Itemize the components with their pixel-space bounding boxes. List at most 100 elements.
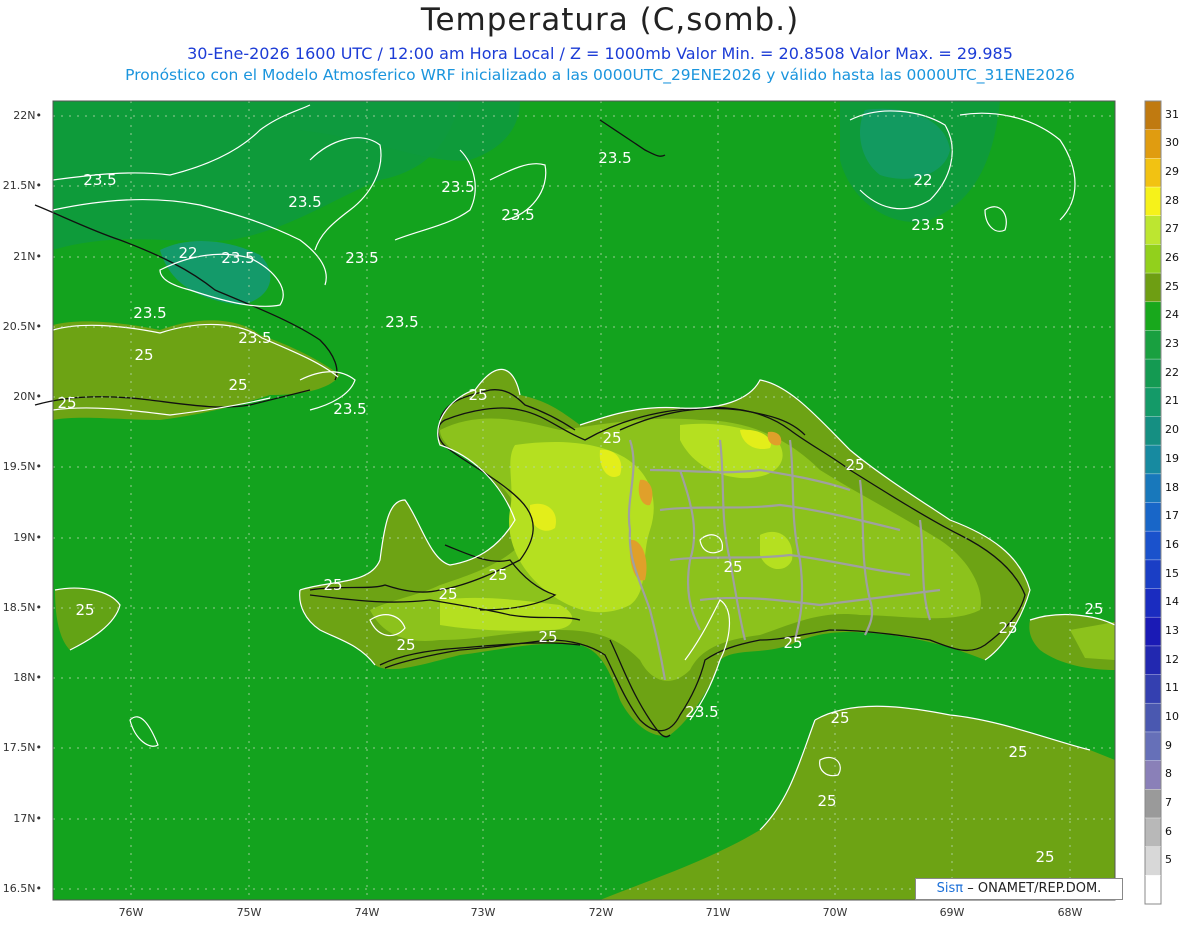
contour-label: 25 (830, 709, 849, 727)
contour-label: 25 (538, 628, 557, 646)
contour-label: 22 (913, 171, 932, 189)
contour-label: 25 (1084, 600, 1103, 618)
colorbar-swatch (1145, 617, 1161, 647)
colorbar-tick-label: 25 (1165, 279, 1179, 293)
contour-label: 25 (323, 576, 342, 594)
colorbar-tick-label: 21 (1165, 394, 1179, 408)
longitude-label: 75W (236, 906, 262, 919)
colorbar-tick-label: 10 (1165, 709, 1179, 723)
contour-label: 25 (57, 394, 76, 412)
colorbar-tick-label: 19 (1165, 451, 1179, 465)
colorbar-swatch (1145, 101, 1161, 131)
colorbar-swatch (1145, 588, 1161, 618)
colorbar-swatch (1145, 215, 1161, 245)
latitude-label: 18N• (13, 671, 42, 684)
longitude-label: 71W (705, 906, 731, 919)
latitude-label: 16.5N• (2, 882, 42, 895)
contour-label: 25 (817, 792, 836, 810)
contour-label: 25 (438, 585, 457, 603)
colorbar-tick-label: 26 (1165, 251, 1179, 265)
colorbar-tick-label: 27 (1165, 222, 1179, 236)
latitude-label: 21.5N• (2, 179, 42, 192)
colorbar-swatch (1145, 531, 1161, 561)
colorbar-tick-label: 14 (1165, 595, 1179, 609)
contour-label: 23.5 (598, 149, 631, 167)
credit-box: Sisπ – ONAMET/REP.DOM. (915, 878, 1123, 900)
colorbar-swatch (1145, 674, 1161, 704)
colorbar-swatch (1145, 817, 1161, 848)
latitude-label: 20N• (13, 390, 42, 403)
contour-label: 23.5 (911, 216, 944, 234)
sispi-logo-text: Sisπ (936, 881, 964, 896)
colorbar-swatch (1145, 301, 1161, 331)
contour-label: 25 (998, 619, 1017, 637)
colorbar-swatch (1145, 846, 1161, 876)
longitude-label: 70W (822, 906, 848, 919)
colorbar-tick-label: 22 (1165, 365, 1179, 379)
colorbar-swatch (1145, 129, 1161, 159)
contour-label: 25 (1008, 743, 1027, 761)
colorbar-tick-label: 30 (1165, 136, 1179, 150)
contour-label: 25 (1035, 848, 1054, 866)
colorbar-swatch (1145, 502, 1161, 532)
colorbar-tick-label: 16 (1165, 537, 1179, 551)
latitude-label: 17N• (13, 812, 42, 825)
contour-label: 25 (396, 636, 415, 654)
colorbar-tick-label: 13 (1165, 623, 1179, 637)
colorbar-swatch (1145, 875, 1161, 905)
colorbar-tick-label: 23 (1165, 337, 1179, 351)
colorbar-tick-label: 15 (1165, 566, 1179, 580)
contour-label: 23.5 (288, 193, 321, 211)
colorbar-tick-label: 24 (1165, 308, 1179, 322)
longitude-label: 72W (588, 906, 614, 919)
longitude-label: 76W (118, 906, 144, 919)
colorbar-tick-label: 7 (1165, 795, 1172, 809)
temperature-map: 23.5 23.5 23.5 23.5 23.5 22 23.5 23.5 23.5 23.5 23… (34, 100, 1162, 905)
colorbar-swatch (1145, 789, 1161, 819)
latitude-label: 17.5N• (2, 741, 42, 754)
contour-label: 25 (602, 429, 621, 447)
contour-label: 23.5 (501, 206, 534, 224)
contour-label: 23.5 (333, 400, 366, 418)
contour-label: 23.5 (221, 249, 254, 267)
contour-label: 23.5 (441, 178, 474, 196)
colorbar-tick-label: 28 (1165, 193, 1179, 207)
contour-label: 25 (488, 566, 507, 584)
colorbar-tick-label: 12 (1165, 652, 1179, 666)
contour-label: 25 (75, 601, 94, 619)
latitude-label: 18.5N• (2, 601, 42, 614)
colorbar-tick-label: 31 (1165, 107, 1179, 121)
latitude-label: 19N• (13, 531, 42, 544)
colorbar-tick-label: 9 (1165, 738, 1172, 752)
longitude-label: 69W (939, 906, 965, 919)
colorbar-swatch (1145, 445, 1161, 475)
latitude-label: 19.5N• (2, 460, 42, 473)
latitude-label: 22N• (13, 109, 42, 122)
colorbar-swatch (1145, 359, 1161, 389)
colorbar-tick-label: 17 (1165, 509, 1179, 523)
contour-label: 25 (228, 376, 247, 394)
contour-label: 25 (783, 634, 802, 652)
contour-label: 23.5 (133, 304, 166, 322)
colorbar-swatch (1145, 731, 1161, 762)
colorbar-tick-label: 20 (1165, 423, 1179, 437)
contour-label: 25 (723, 558, 742, 576)
colorbar-swatch (1145, 559, 1161, 590)
map-area: 23.5 23.5 23.5 23.5 23.5 22 23.5 23.5 23.5 23.5 23… (34, 100, 1116, 901)
colorbar-swatch (1145, 244, 1161, 274)
colorbar-swatch (1145, 158, 1161, 188)
credit-text: – ONAMET/REP.DOM. (967, 881, 1102, 896)
colorbar-tick-label: 18 (1165, 480, 1179, 494)
colorbar-swatch (1145, 473, 1161, 503)
contour-label: 23.5 (345, 249, 378, 267)
contour-label: 22 (178, 244, 197, 262)
contour-label: 25 (845, 456, 864, 474)
colorbar-swatch (1145, 187, 1161, 217)
latitude-label: 21N• (13, 250, 42, 263)
contour-label: 25 (468, 386, 487, 404)
longitude-label: 74W (354, 906, 380, 919)
colorbar (1144, 100, 1162, 905)
longitude-label: 68W (1057, 906, 1083, 919)
colorbar-swatch (1145, 645, 1161, 676)
contour-label: 23.5 (385, 313, 418, 331)
